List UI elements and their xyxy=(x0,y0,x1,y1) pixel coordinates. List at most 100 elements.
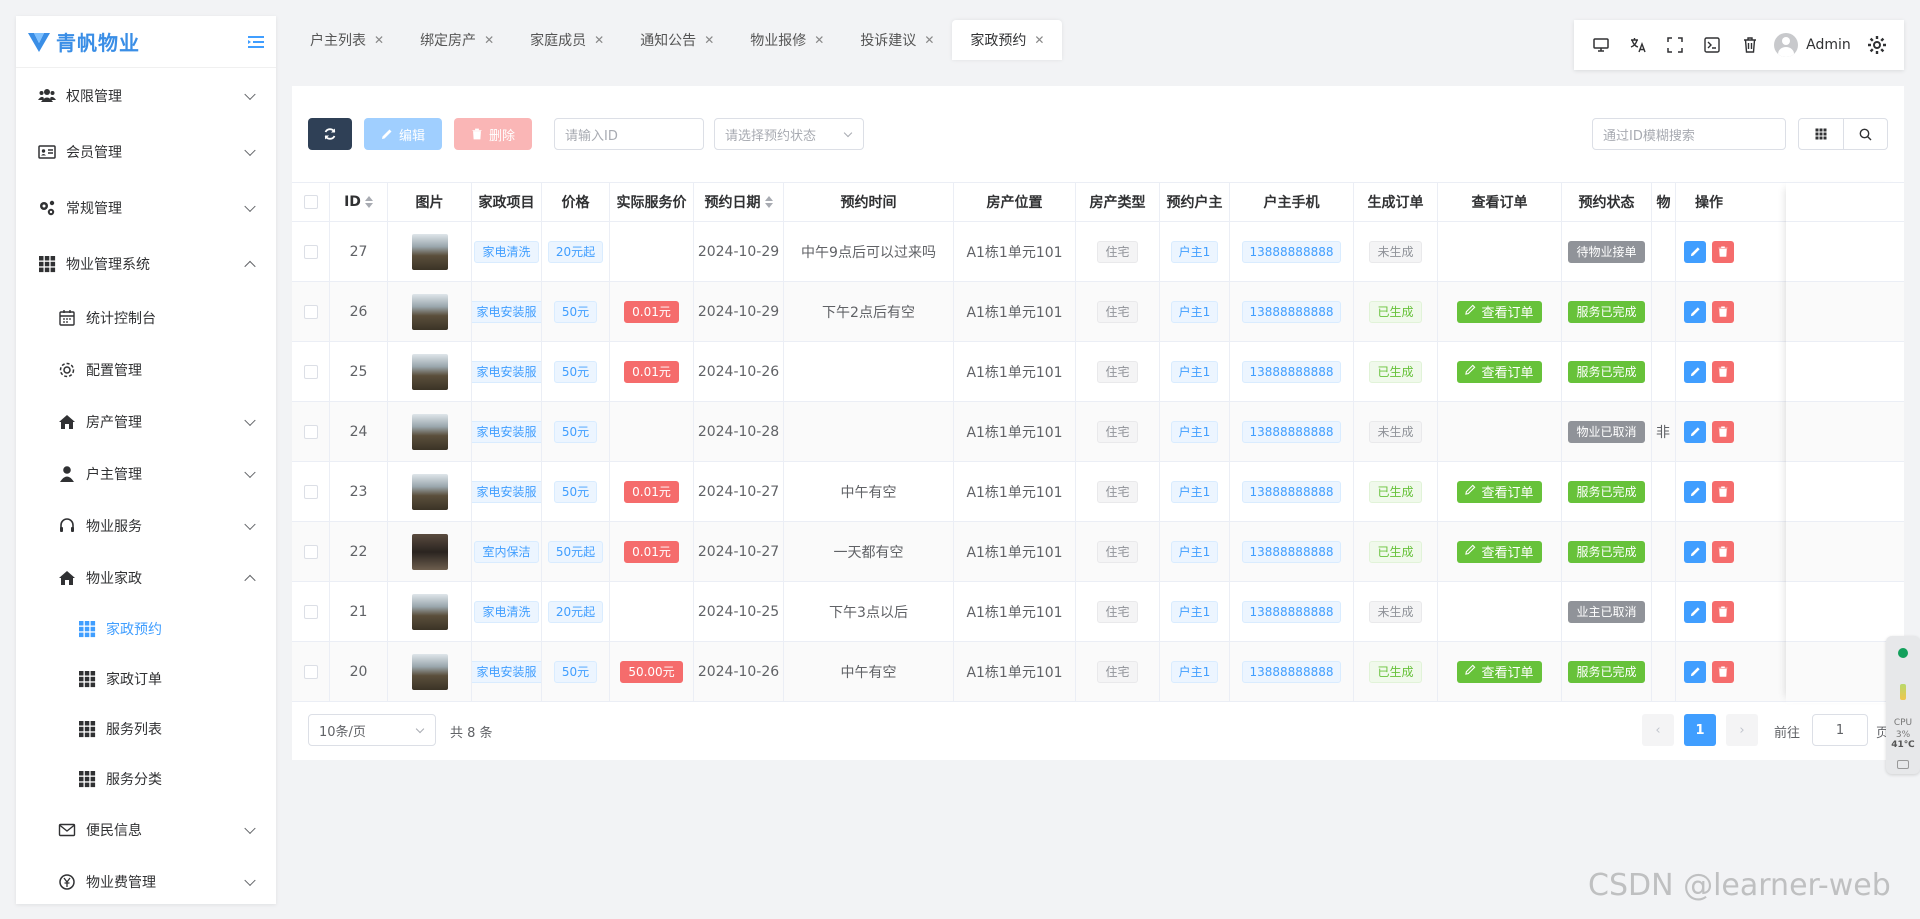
refresh-button[interactable] xyxy=(308,118,352,150)
service-image[interactable] xyxy=(411,233,448,270)
view-order-button[interactable]: 查看订单 xyxy=(1457,480,1542,503)
page-size-select[interactable]: 10条/页 xyxy=(308,714,436,746)
sort-icon[interactable] xyxy=(364,196,373,208)
row-edit-button[interactable] xyxy=(1684,420,1706,443)
row-checkbox[interactable] xyxy=(303,484,318,499)
trash-icon[interactable] xyxy=(1731,20,1768,70)
service-image[interactable] xyxy=(411,533,448,570)
row-edit-button[interactable] xyxy=(1684,360,1706,383)
sidebar-item-label: 会员管理 xyxy=(66,145,122,161)
sidebar-item-5[interactable]: 配置管理 xyxy=(16,344,276,396)
next-page-button[interactable]: › xyxy=(1726,714,1758,746)
tabs-bar: 户主列表 ✕ 绑定房产 ✕ 家庭成员 ✕ 通知公告 ✕ 物业报修 ✕ 投诉建议 ✕ 家政预约 ✕ xyxy=(292,20,1063,60)
close-icon[interactable]: ✕ xyxy=(814,33,824,47)
row-checkbox[interactable] xyxy=(303,664,318,679)
service-image[interactable] xyxy=(411,353,448,390)
tab-2[interactable]: 家庭成员 ✕ xyxy=(512,20,622,60)
prev-page-button[interactable]: ‹ xyxy=(1642,714,1674,746)
close-icon[interactable]: ✕ xyxy=(594,33,604,47)
sidebar-item-1[interactable]: 会员管理 xyxy=(16,124,276,180)
user-menu[interactable]: Admin xyxy=(1774,33,1851,57)
owner-tag: 户主1 xyxy=(1170,480,1219,503)
select-all-checkbox[interactable] xyxy=(303,195,318,209)
tab-4[interactable]: 物业报修 ✕ xyxy=(732,20,842,60)
sidebar-item-7[interactable]: 户主管理 xyxy=(16,448,276,500)
sidebar-item-11[interactable]: 家政订单 xyxy=(16,654,276,704)
view-order-button[interactable]: 查看订单 xyxy=(1457,660,1542,683)
row-checkbox[interactable] xyxy=(303,604,318,619)
tab-3[interactable]: 通知公告 ✕ xyxy=(622,20,732,60)
tab-0[interactable]: 户主列表 ✕ xyxy=(292,20,402,60)
menu-collapse-icon[interactable] xyxy=(246,32,266,52)
row-delete-button[interactable] xyxy=(1712,480,1734,503)
settings-gear-icon[interactable] xyxy=(1859,20,1896,70)
sidebar-item-13[interactable]: 服务分类 xyxy=(16,754,276,804)
sidebar-item-10[interactable]: 家政预约 xyxy=(16,604,276,654)
edit-button[interactable]: 编辑 xyxy=(364,118,442,150)
reservation-time: 中午有空 xyxy=(840,664,897,681)
system-monitor-widget[interactable]: CPU 3% 41℃ xyxy=(1886,636,1920,774)
fullscreen-icon[interactable] xyxy=(1656,20,1693,70)
sidebar-item-2[interactable]: 常规管理 xyxy=(16,180,276,236)
page-number-button[interactable]: 1 xyxy=(1684,714,1716,746)
table-cell: 查看订单 xyxy=(1438,522,1562,581)
service-image[interactable] xyxy=(411,293,448,330)
sidebar-item-12[interactable]: 服务列表 xyxy=(16,704,276,754)
row-delete-button[interactable] xyxy=(1712,360,1734,383)
row-edit-button[interactable] xyxy=(1684,240,1706,263)
service-image[interactable] xyxy=(411,413,448,450)
tab-1[interactable]: 绑定房产 ✕ xyxy=(402,20,512,60)
terminal-icon[interactable] xyxy=(1694,20,1731,70)
close-icon[interactable]: ✕ xyxy=(704,33,714,47)
logo[interactable]: 青帆物业 xyxy=(16,16,276,68)
row-edit-button[interactable] xyxy=(1684,660,1706,683)
view-order-button[interactable]: 查看订单 xyxy=(1457,540,1542,563)
delete-button[interactable]: 删除 xyxy=(454,118,532,150)
status-select[interactable]: 请选择预约状态 xyxy=(714,118,864,150)
columns-grid-icon[interactable] xyxy=(1799,119,1844,149)
sidebar-item-15[interactable]: 物业费管理 xyxy=(16,856,276,904)
sidebar-item-8[interactable]: 物业服务 xyxy=(16,500,276,552)
sidebar-item-9[interactable]: 物业家政 xyxy=(16,552,276,604)
row-delete-button[interactable] xyxy=(1712,600,1734,623)
id-input[interactable]: 请输入ID xyxy=(554,118,704,150)
sort-icon[interactable] xyxy=(764,196,773,208)
monitor-icon[interactable] xyxy=(1582,20,1619,70)
search-input[interactable]: 通过ID模糊搜索 xyxy=(1592,118,1786,150)
close-icon[interactable]: ✕ xyxy=(374,33,384,47)
tab-5[interactable]: 投诉建议 ✕ xyxy=(842,20,952,60)
row-edit-button[interactable] xyxy=(1684,480,1706,503)
view-order-button[interactable]: 查看订单 xyxy=(1457,300,1542,323)
close-icon[interactable]: ✕ xyxy=(484,33,494,47)
service-image[interactable] xyxy=(411,473,448,510)
row-checkbox[interactable] xyxy=(303,244,318,259)
close-icon[interactable]: ✕ xyxy=(1034,33,1044,47)
row-delete-button[interactable] xyxy=(1712,420,1734,443)
view-order-button[interactable]: 查看订单 xyxy=(1457,360,1542,383)
row-edit-button[interactable] xyxy=(1684,540,1706,563)
goto-page-input[interactable]: 1 xyxy=(1812,714,1868,746)
close-icon[interactable]: ✕ xyxy=(924,33,934,47)
service-image[interactable] xyxy=(411,593,448,630)
sidebar-item-14[interactable]: 便民信息 xyxy=(16,804,276,856)
service-image[interactable] xyxy=(411,653,448,690)
sidebar-item-3[interactable]: 物业管理系统 xyxy=(16,236,276,292)
translate-icon[interactable] xyxy=(1619,20,1656,70)
table-cell: 户主1 xyxy=(1160,222,1230,281)
sidebar-item-0[interactable]: 权限管理 xyxy=(16,68,276,124)
row-delete-button[interactable] xyxy=(1712,540,1734,563)
sidebar-item-4[interactable]: 统计控制台 xyxy=(16,292,276,344)
row-delete-button[interactable] xyxy=(1712,300,1734,323)
row-delete-button[interactable] xyxy=(1712,240,1734,263)
chevron-down-icon xyxy=(244,466,256,479)
row-checkbox[interactable] xyxy=(303,544,318,559)
row-edit-button[interactable] xyxy=(1684,300,1706,323)
row-checkbox[interactable] xyxy=(303,304,318,319)
row-checkbox[interactable] xyxy=(303,424,318,439)
row-edit-button[interactable] xyxy=(1684,600,1706,623)
tab-6[interactable]: 家政预约 ✕ xyxy=(952,20,1063,60)
row-delete-button[interactable] xyxy=(1712,660,1734,683)
sidebar-item-6[interactable]: 房产管理 xyxy=(16,396,276,448)
row-checkbox[interactable] xyxy=(303,364,318,379)
search-icon[interactable] xyxy=(1844,119,1888,149)
